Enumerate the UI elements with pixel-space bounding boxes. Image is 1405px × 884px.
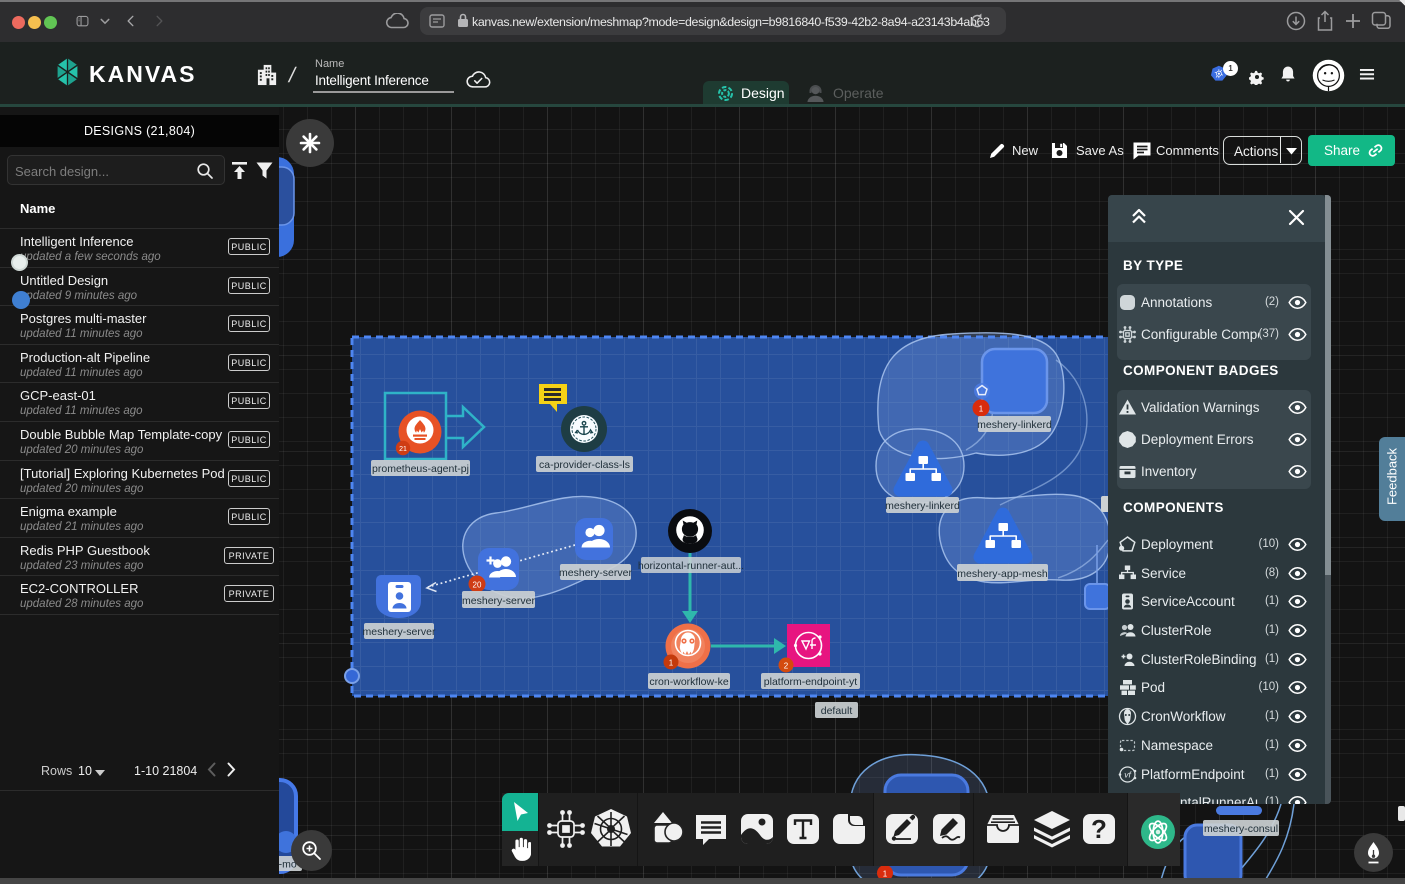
svg-text:meshery-server: meshery-server	[363, 626, 436, 638]
svg-text:meshery-linkerd: meshery-linkerd	[885, 500, 960, 512]
svg-text:meshery-consul: meshery-consul	[1204, 823, 1278, 835]
svg-text:cron-workflow-ke: cron-workflow-ke	[649, 676, 729, 688]
svg-text:20: 20	[473, 581, 482, 590]
svg-text:1: 1	[1228, 64, 1233, 73]
svg-text:ca-provider-class-ls: ca-provider-class-ls	[539, 459, 630, 471]
svg-text:default: default	[821, 705, 853, 717]
svg-text:?: ?	[1091, 814, 1107, 844]
svg-text:prometheus-agent-pj: prometheus-agent-pj	[372, 463, 469, 475]
svg-text:platform-endpoint-yt: platform-endpoint-yt	[764, 676, 857, 688]
svg-text:1: 1	[883, 870, 888, 879]
svg-text:vf: vf	[1124, 769, 1132, 779]
svg-text:meshery-server: meshery-server	[559, 567, 632, 579]
svg-text:meshery-server: meshery-server	[462, 595, 535, 607]
svg-text:2: 2	[784, 662, 789, 671]
svg-text:horizontal-runner-aut...: horizontal-runner-aut...	[638, 560, 744, 572]
svg-text:21: 21	[399, 446, 407, 453]
svg-text:meshery-app-mesh: meshery-app-mesh	[957, 568, 1048, 580]
svg-text:meshery-linkerd: meshery-linkerd	[977, 419, 1052, 431]
svg-text:1: 1	[669, 659, 674, 668]
svg-text:1: 1	[979, 405, 984, 414]
